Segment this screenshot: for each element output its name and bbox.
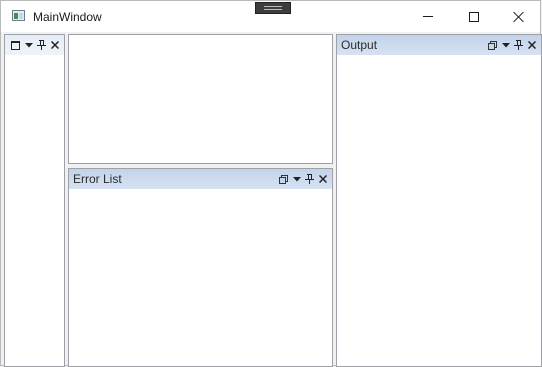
- left-pane-toolbar: [9, 38, 61, 52]
- error-list-pane: Error List: [68, 168, 333, 367]
- output-title: Output: [341, 38, 378, 52]
- error-list-title: Error List: [73, 172, 122, 186]
- close-icon: [513, 11, 525, 23]
- window-position-icon[interactable]: [9, 38, 22, 52]
- window-title: MainWindow: [33, 10, 102, 24]
- float-icon[interactable]: [486, 38, 499, 52]
- title-bar[interactable]: MainWindow: [1, 1, 540, 32]
- minimize-button[interactable]: [405, 1, 451, 32]
- dropdown-icon[interactable]: [290, 172, 303, 186]
- document-pane: [68, 34, 333, 164]
- main-window: MainWindow Error List Output: [0, 0, 542, 367]
- close-icon[interactable]: [316, 172, 329, 186]
- output-toolbar: [486, 38, 538, 52]
- dropdown-icon[interactable]: [499, 38, 512, 52]
- output-header[interactable]: Output: [337, 35, 541, 55]
- minimize-icon: [423, 16, 433, 17]
- close-button[interactable]: [496, 1, 542, 32]
- pin-icon[interactable]: [303, 172, 316, 186]
- dropdown-icon[interactable]: [22, 38, 35, 52]
- pin-icon[interactable]: [35, 38, 48, 52]
- drag-grip-handle[interactable]: [255, 2, 291, 14]
- error-list-header[interactable]: Error List: [69, 169, 332, 189]
- float-icon[interactable]: [277, 172, 290, 186]
- maximize-button[interactable]: [451, 1, 497, 32]
- output-pane: Output: [336, 34, 542, 367]
- maximize-icon: [469, 11, 479, 22]
- close-icon[interactable]: [525, 38, 538, 52]
- left-pane-header[interactable]: [5, 35, 64, 55]
- pin-icon[interactable]: [512, 38, 525, 52]
- left-tool-pane: [4, 34, 65, 367]
- app-icon: [12, 10, 25, 21]
- error-list-toolbar: [277, 172, 329, 186]
- close-icon[interactable]: [48, 38, 61, 52]
